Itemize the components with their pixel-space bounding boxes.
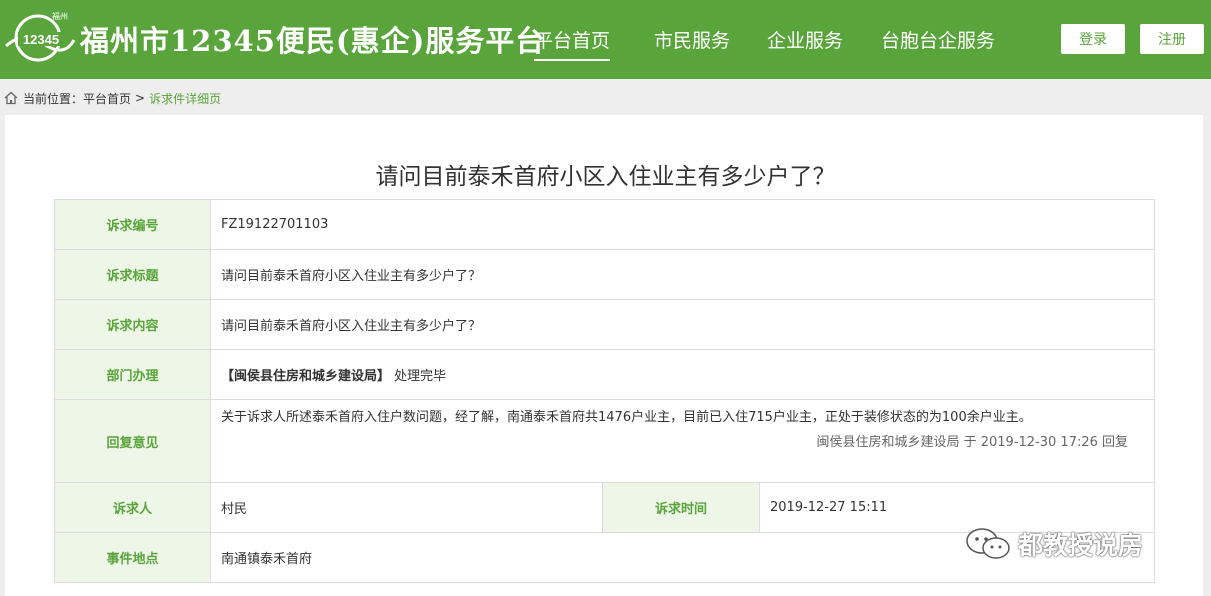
site-title[interactable]: 福州市12345便民(惠企)服务平台 xyxy=(80,18,545,60)
table-row-subject: 诉求标题 请问目前泰禾首府小区入住业主有多少户了？ xyxy=(54,249,1156,300)
reply-text: 关于诉求人所述泰禾首府入住户数问题，经了解，南通泰禾首府共1476户业主，目前已… xyxy=(221,410,1032,425)
time-label: 诉求时间 xyxy=(602,482,760,533)
nav-home[interactable]: 平台首页 xyxy=(534,26,611,61)
content-value: 请问目前泰禾首府小区入住业主有多少户了？ xyxy=(209,299,1156,350)
dept-status: 处理完毕 xyxy=(394,369,447,384)
page-title: 请问目前泰禾首府小区入住业主有多少户了？ xyxy=(375,164,836,190)
dept-name: 【闽侯县住房和城乡建设局】 xyxy=(221,369,391,384)
breadcrumb-separator: > xyxy=(135,91,146,105)
id-value: FZ19122701103 xyxy=(209,199,1156,250)
watermark-text: 都教授说房 xyxy=(1018,531,1144,560)
login-button[interactable]: 登录 xyxy=(1061,24,1125,54)
watermark: 都教授说房 xyxy=(964,526,1143,562)
reply-cell: 关于诉求人所述泰禾首府入住户数问题，经了解，南通泰禾首府共1476户业主，目前已… xyxy=(209,399,1156,483)
logo-number: 12345 xyxy=(23,32,59,47)
dept-cell: 【闽侯县住房和城乡建设局】 处理完毕 xyxy=(209,349,1156,400)
table-row-department: 部门办理 【闽侯县住房和城乡建设局】 处理完毕 xyxy=(54,349,1156,400)
wechat-icon xyxy=(966,528,1010,559)
table-row-reply: 回复意见 关于诉求人所述泰禾首府入住户数问题，经了解，南通泰禾首府共1476户业… xyxy=(54,399,1156,483)
logo-small-text: 福州 xyxy=(52,12,68,21)
subject-value: 请问目前泰禾首府小区入住业主有多少户了？ xyxy=(209,249,1156,300)
location-label: 事件地点 xyxy=(54,532,211,583)
breadcrumb-home-link[interactable]: 平台首页 xyxy=(83,90,131,107)
reply-signature: 闽侯县住房和城乡建设局 于 2019-12-30 17:26 回复 xyxy=(816,435,1129,450)
requester-value: 村民 xyxy=(210,482,603,533)
breadcrumb: 当前位置： 平台首页 > 诉求件详细页 xyxy=(4,88,221,108)
requester-label: 诉求人 xyxy=(54,482,211,533)
subject-label: 诉求标题 xyxy=(54,249,211,300)
nav-citizen-services[interactable]: 市民服务 xyxy=(654,26,730,59)
table-row-id: 诉求编号 FZ19122701103 xyxy=(54,199,1156,250)
breadcrumb-prefix: 当前位置： xyxy=(23,91,84,106)
table-row-content: 诉求内容 请问目前泰禾首府小区入住业主有多少户了？ xyxy=(54,299,1156,350)
nav-enterprise-services[interactable]: 企业服务 xyxy=(767,26,843,59)
site-header: 12345 福州 福州市12345便民(惠企)服务平台 平台首页 市民服务 企业… xyxy=(0,0,1211,79)
dept-label: 部门办理 xyxy=(54,349,211,400)
home-icon xyxy=(4,91,18,105)
nav-taiwan-services[interactable]: 台胞台企服务 xyxy=(881,26,995,59)
table-row-requester: 诉求人 村民 诉求时间 2019-12-27 15:11 xyxy=(54,482,1156,533)
register-button[interactable]: 注册 xyxy=(1140,24,1204,54)
id-label: 诉求编号 xyxy=(54,199,211,250)
reply-label: 回复意见 xyxy=(54,399,211,483)
breadcrumb-current: 诉求件详细页 xyxy=(149,91,222,106)
time-value: 2019-12-27 15:11 xyxy=(758,482,1156,533)
content-label: 诉求内容 xyxy=(54,299,211,350)
logo-12345-icon[interactable]: 12345 福州 xyxy=(4,10,76,66)
